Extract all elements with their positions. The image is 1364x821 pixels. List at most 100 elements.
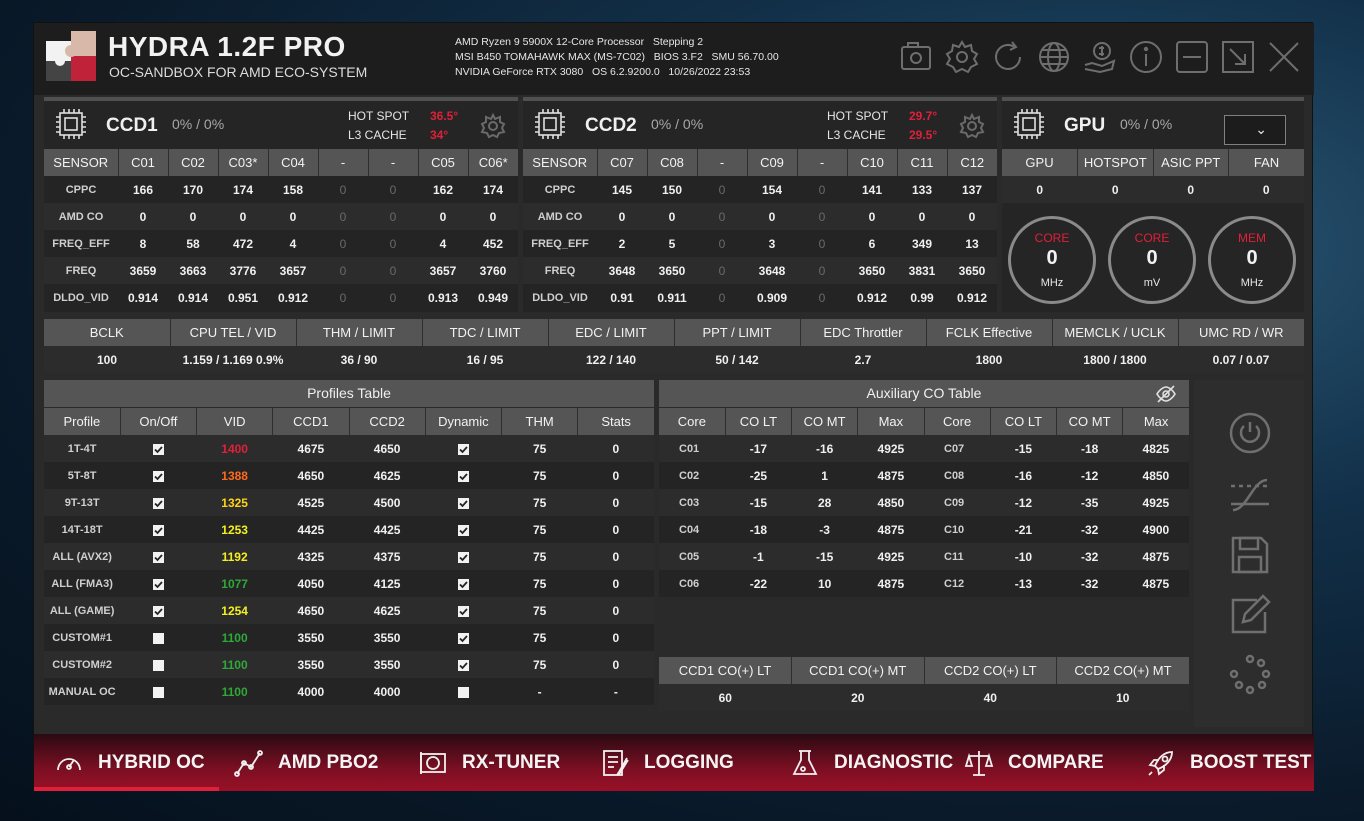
profile-vid[interactable]: 1100	[196, 624, 273, 651]
profile-ccd1[interactable]: 4675	[272, 435, 349, 462]
profile-row[interactable]: 9T-13T 1325 4525 4500 75 0	[44, 489, 654, 516]
checkbox-checked[interactable]	[457, 551, 469, 563]
profile-ccd2[interactable]: 3550	[349, 651, 426, 678]
co-value[interactable]: -22	[725, 570, 792, 597]
profile-thm[interactable]: 75	[501, 597, 578, 624]
profile-vid[interactable]: 1100	[196, 678, 273, 705]
co-value[interactable]: -15	[791, 543, 858, 570]
co-value[interactable]: -32	[1056, 570, 1123, 597]
co-value[interactable]: 4875	[857, 570, 924, 597]
co-value[interactable]: -15	[725, 489, 792, 516]
checkbox-checked[interactable]	[457, 470, 469, 482]
checkbox-checked[interactable]	[152, 443, 164, 455]
info-icon[interactable]	[1126, 37, 1166, 77]
checkbox-checked[interactable]	[457, 524, 469, 536]
checkbox-checked[interactable]	[152, 497, 164, 509]
co-value[interactable]: 4875	[1122, 543, 1189, 570]
checkbox-checked[interactable]	[457, 659, 469, 671]
profile-row[interactable]: ALL (FMA3) 1077 4050 4125 75 0	[44, 570, 654, 597]
refresh-icon[interactable]	[988, 37, 1028, 77]
profile-ccd2[interactable]: 4500	[349, 489, 426, 516]
restore-icon[interactable]	[1218, 37, 1258, 77]
co-value[interactable]: -13	[990, 570, 1057, 597]
profile-ccd1[interactable]: 4425	[272, 516, 349, 543]
co-value[interactable]: 4875	[857, 462, 924, 489]
profile-thm[interactable]: 75	[501, 516, 578, 543]
co-value[interactable]: -17	[725, 435, 792, 462]
profile-thm[interactable]: 75	[501, 651, 578, 678]
co-value[interactable]: -25	[725, 462, 792, 489]
checkbox-unchecked[interactable]	[152, 659, 164, 671]
checkbox-checked[interactable]	[457, 605, 469, 617]
co-value[interactable]: -12	[990, 489, 1057, 516]
profile-ccd2[interactable]: 4375	[349, 543, 426, 570]
tab-diagnostic[interactable]: DIAGNOSTIC	[790, 734, 953, 791]
profile-ccd1[interactable]: 4000	[272, 678, 349, 705]
co-value[interactable]: -16	[990, 462, 1057, 489]
co-value[interactable]: -32	[1056, 516, 1123, 543]
tab-logging[interactable]: LOGGING	[600, 734, 734, 791]
co-value[interactable]: 4875	[857, 516, 924, 543]
profile-vid[interactable]: 1325	[196, 489, 273, 516]
profile-thm[interactable]: 75	[501, 570, 578, 597]
tab-amd-pbo2[interactable]: AMD PBO2	[234, 734, 378, 791]
profile-row[interactable]: MANUAL OC 1100 4000 4000- -	[44, 678, 654, 705]
co-value[interactable]: 28	[791, 489, 858, 516]
co-value[interactable]: 4925	[857, 543, 924, 570]
profile-row[interactable]: ALL (GAME) 1254 4650 4625 75 0	[44, 597, 654, 624]
settings-icon[interactable]	[942, 37, 982, 77]
profile-ccd2[interactable]: 4625	[349, 462, 426, 489]
co-value[interactable]: 4925	[1122, 489, 1189, 516]
profile-thm[interactable]: 75	[501, 435, 578, 462]
checkbox-checked[interactable]	[457, 632, 469, 644]
tab-hybrid-oc[interactable]: HYBRID OC	[54, 734, 205, 791]
profile-vid[interactable]: 1400	[196, 435, 273, 462]
ccd1-settings-icon[interactable]	[480, 112, 506, 139]
close-icon[interactable]	[1264, 37, 1304, 77]
profile-ccd2[interactable]: 4650	[349, 435, 426, 462]
co-value[interactable]: 4825	[1122, 435, 1189, 462]
profile-row[interactable]: 14T-18T 1253 4425 4425 75 0	[44, 516, 654, 543]
co-value[interactable]: -12	[1056, 462, 1123, 489]
profile-ccd2[interactable]: 4125	[349, 570, 426, 597]
profile-ccd1[interactable]: 3550	[272, 651, 349, 678]
co-value[interactable]: -15	[990, 435, 1057, 462]
checkbox-checked[interactable]	[152, 551, 164, 563]
co-value[interactable]: 4850	[857, 489, 924, 516]
co-value[interactable]: -10	[990, 543, 1057, 570]
co-value[interactable]: -18	[725, 516, 792, 543]
profile-thm[interactable]: 75	[501, 543, 578, 570]
edit-icon[interactable]	[1227, 592, 1273, 638]
screenshot-icon[interactable]	[896, 37, 936, 77]
profile-vid[interactable]: 1077	[196, 570, 273, 597]
profile-thm[interactable]: -	[501, 678, 578, 705]
profile-ccd2[interactable]: 4000	[349, 678, 426, 705]
checkbox-unchecked[interactable]	[152, 686, 164, 698]
curve-icon[interactable]	[1227, 472, 1273, 518]
profile-row[interactable]: CUSTOM#1 1100 3550 3550 75 0	[44, 624, 654, 651]
co-value[interactable]: -1	[725, 543, 792, 570]
profile-row[interactable]: ALL (AVX2) 1192 4325 4375 75 0	[44, 543, 654, 570]
profile-vid[interactable]: 1100	[196, 651, 273, 678]
minimize-icon[interactable]	[1172, 37, 1212, 77]
tab-compare[interactable]: COMPARE	[964, 734, 1104, 791]
co-value[interactable]: -16	[791, 435, 858, 462]
profile-ccd1[interactable]: 4650	[272, 597, 349, 624]
checkbox-checked[interactable]	[457, 578, 469, 590]
gpu-selector-dropdown[interactable]: ⌄	[1224, 115, 1286, 145]
profile-vid[interactable]: 1388	[196, 462, 273, 489]
co-value[interactable]: 4875	[1122, 570, 1189, 597]
visibility-off-icon[interactable]	[1155, 383, 1177, 405]
profile-vid[interactable]: 1253	[196, 516, 273, 543]
co-value[interactable]: 4925	[857, 435, 924, 462]
tab-boost-test[interactable]: BOOST TEST	[1146, 734, 1311, 791]
globe-icon[interactable]	[1034, 37, 1074, 77]
profile-ccd1[interactable]: 3550	[272, 624, 349, 651]
profile-ccd1[interactable]: 4525	[272, 489, 349, 516]
profile-row[interactable]: CUSTOM#2 1100 3550 3550 75 0	[44, 651, 654, 678]
checkbox-checked[interactable]	[457, 497, 469, 509]
co-value[interactable]: -3	[791, 516, 858, 543]
ccd2-settings-icon[interactable]	[959, 112, 985, 139]
checkbox-checked[interactable]	[152, 524, 164, 536]
power-icon[interactable]	[1227, 410, 1273, 456]
